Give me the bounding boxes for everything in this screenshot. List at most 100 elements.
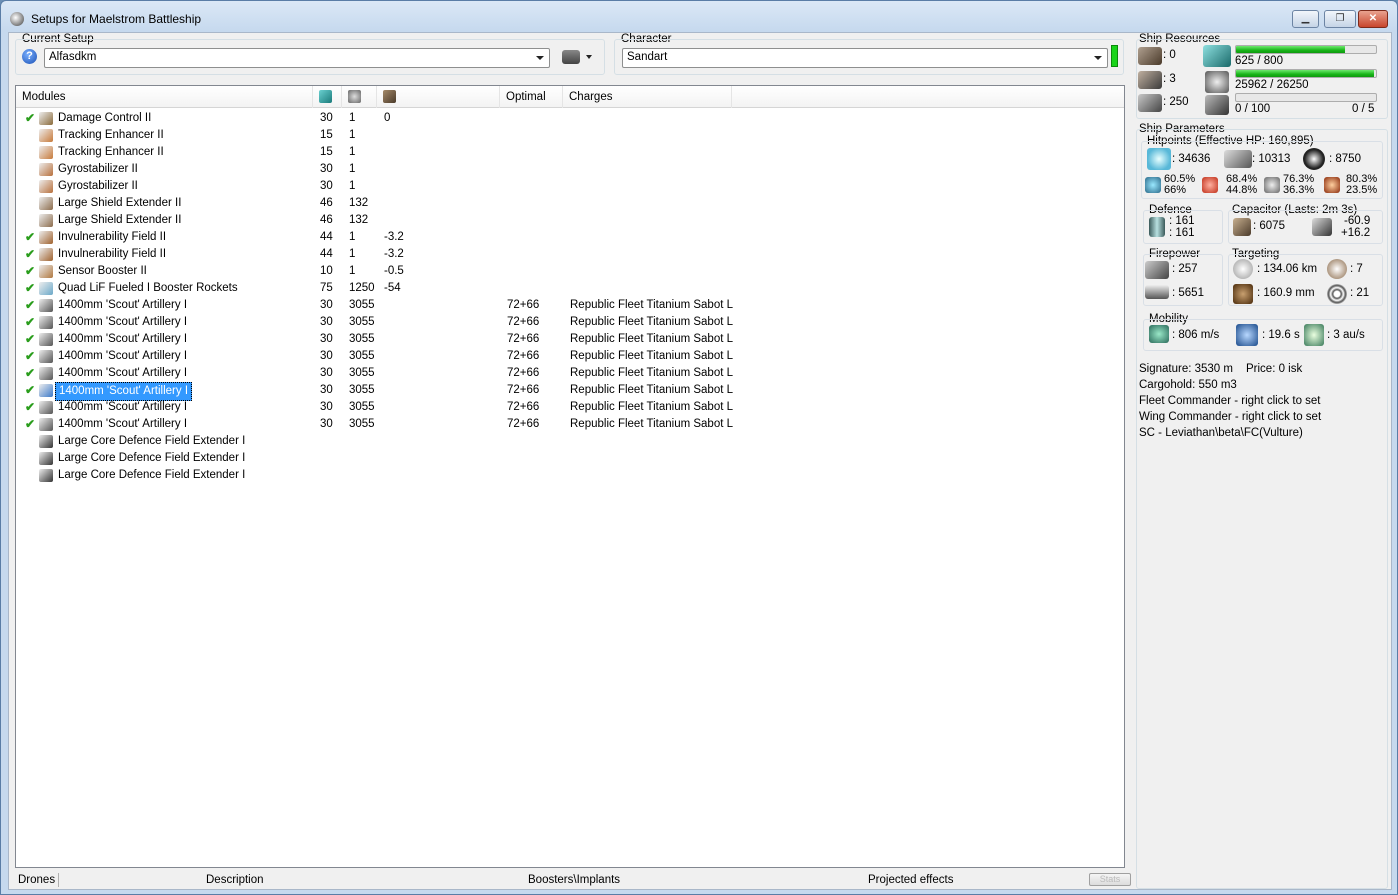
wing-commander-slot[interactable]: Wing Commander - right click to set <box>1139 411 1321 423</box>
table-row[interactable]: ✔ Quad LiF Fueled I Booster Rockets 75 1250… <box>16 280 1124 297</box>
thermal-resist-icon <box>1202 177 1218 193</box>
module-cpu: 46 <box>320 214 333 226</box>
close-button[interactable]: ✕ <box>1358 10 1388 28</box>
table-row[interactable]: Large Core Defence Field Extender I <box>16 450 1124 467</box>
title-bar: Setups for Maelstrom Battleship ▁ ❐ ✕ <box>1 1 1397 33</box>
fleet-commander-slot[interactable]: Fleet Commander - right click to set <box>1139 395 1321 407</box>
checkmark-icon: ✔ <box>25 417 36 431</box>
module-pg: 1 <box>349 163 356 175</box>
module-name: 1400mm 'Scout' Artillery I <box>58 367 188 379</box>
align-time-icon <box>1236 324 1258 346</box>
sensor-strength-icon <box>1327 284 1347 304</box>
checkmark-icon: ✔ <box>25 366 36 380</box>
cpu-value: 625 / 800 <box>1235 55 1283 67</box>
module-cpu: 44 <box>320 248 333 260</box>
shield-extender-icon <box>39 197 53 210</box>
help-icon[interactable]: ? <box>22 49 37 64</box>
setup-dropdown[interactable]: Alfasdkm <box>44 48 550 68</box>
max-targets-icon <box>1327 259 1347 279</box>
warp-speed-icon <box>1304 324 1324 346</box>
table-row[interactable]: ✔ Sensor Booster II 10 1 -0.5 <box>16 263 1124 280</box>
launcher-hardpoints-value: : 3 <box>1163 73 1176 85</box>
module-pg: 1 <box>349 248 356 260</box>
column-header-cpu[interactable] <box>313 86 342 108</box>
table-row[interactable]: ✔ 1400mm 'Scout' Artillery I 30 3055 72+66 Re… <box>16 416 1124 433</box>
column-header-capacitor[interactable] <box>377 86 500 108</box>
tab-description[interactable]: Description <box>206 874 264 886</box>
powergrid-icon <box>348 90 361 104</box>
capacitor-icon <box>383 90 396 104</box>
module-pg: 3055 <box>349 418 375 430</box>
table-row[interactable]: ✔ 1400mm 'Scout' Artillery I 30 3055 72+66 Re… <box>16 348 1124 365</box>
character-dropdown[interactable]: Sandart <box>622 48 1108 68</box>
tab-projected-effects[interactable]: Projected effects <box>868 874 953 886</box>
module-pg: 1 <box>349 265 356 277</box>
table-row[interactable]: Gyrostabilizer II 30 1 <box>16 178 1124 195</box>
tab-boosters-implants[interactable]: Boosters\Implants <box>528 874 620 886</box>
targeting-range-value: : 134.06 km <box>1257 263 1318 275</box>
module-charges: Republic Fleet Titanium Sabot L <box>570 418 734 430</box>
checkmark-icon: ✔ <box>25 281 36 295</box>
ship-menu-icon[interactable] <box>562 50 580 64</box>
cpu-icon <box>319 90 332 104</box>
table-row[interactable]: Tracking Enhancer II 15 1 <box>16 144 1124 161</box>
minimize-button[interactable]: ▁ <box>1292 10 1319 28</box>
column-header-modules[interactable]: Modules <box>16 86 313 108</box>
drones-value: 0 / 5 <box>1352 103 1375 115</box>
module-name: Large Core Defence Field Extender I <box>58 435 246 447</box>
checkmark-icon: ✔ <box>25 349 36 363</box>
calibration-icon <box>1205 95 1229 115</box>
module-pg: 3055 <box>349 367 375 379</box>
artillery-icon <box>39 350 53 363</box>
structure-icon <box>1303 148 1325 170</box>
table-row[interactable]: ✔ Invulnerability Field II 44 1 -3.2 <box>16 229 1124 246</box>
drone-bay-value: : 250 <box>1163 96 1189 108</box>
table-row[interactable]: ✔ 1400mm 'Scout' Artillery I 30 3055 72+66 Re… <box>16 297 1124 314</box>
capacitor-recharge-icon <box>1312 218 1332 236</box>
shield-extender-icon <box>39 214 53 227</box>
module-cpu: 15 <box>320 146 333 158</box>
table-row[interactable]: ✔ 1400mm 'Scout' Artillery I 30 3055 72+66 Re… <box>16 365 1124 382</box>
tab-separator <box>58 873 59 887</box>
table-row[interactable]: ✔ 1400mm 'Scout' Artillery I 30 3055 72+66 Re… <box>16 314 1124 331</box>
calibration-bar <box>1235 93 1377 102</box>
table-row[interactable]: Large Core Defence Field Extender I <box>16 433 1124 450</box>
module-cpu: 30 <box>320 112 333 124</box>
table-row[interactable]: Gyrostabilizer II 30 1 <box>16 161 1124 178</box>
maximize-button[interactable]: ❐ <box>1324 10 1356 28</box>
table-row[interactable]: Tracking Enhancer II 15 1 <box>16 127 1124 144</box>
table-row[interactable]: ✔ 1400mm 'Scout' Artillery I 30 3055 72+66 Re… <box>16 331 1124 348</box>
content-area: Current Setup ? Alfasdkm Character Sanda… <box>8 32 1392 890</box>
tab-drones[interactable]: Drones <box>18 874 55 886</box>
table-row[interactable]: ✔ Damage Control II 30 1 0 <box>16 110 1124 127</box>
module-name: Tracking Enhancer II <box>58 146 164 158</box>
column-header-charges[interactable]: Charges <box>563 86 732 108</box>
artillery-icon <box>39 299 53 312</box>
checkmark-icon: ✔ <box>25 315 36 329</box>
module-cap: -0.5 <box>384 265 404 277</box>
scan-resolution-value: : 160.9 mm <box>1257 287 1315 299</box>
calibration-value: 0 / 100 <box>1235 103 1271 115</box>
stats-button[interactable]: Stats <box>1089 873 1131 886</box>
ship-info-panel: Ship Resources : 0 : 3 : 250 625 / 800 2… <box>1136 33 1390 889</box>
kinetic-resist-icon <box>1264 177 1280 193</box>
table-row[interactable]: Large Core Defence Field Extender I <box>16 467 1124 484</box>
table-row[interactable]: ✔ 1400mm 'Scout' Artillery I 30 3055 72+66 Re… <box>16 382 1124 401</box>
module-name: 1400mm 'Scout' Artillery I <box>58 299 188 311</box>
shield-icon <box>1147 148 1171 170</box>
column-header-powergrid[interactable] <box>342 86 377 108</box>
table-row[interactable]: ✔ Invulnerability Field II 44 1 -3.2 <box>16 246 1124 263</box>
table-row[interactable]: Large Shield Extender II 46 132 <box>16 195 1124 212</box>
module-cpu: 30 <box>320 384 333 396</box>
module-cpu: 30 <box>320 418 333 430</box>
gyrostabilizer-icon <box>39 163 53 176</box>
bottom-tabs: Drones Description Boosters\Implants Pro… <box>15 871 1131 889</box>
table-row[interactable]: ✔ 1400mm 'Scout' Artillery I 30 3055 72+66 Re… <box>16 399 1124 416</box>
defence-value-1: : 161 <box>1169 215 1195 227</box>
modules-list[interactable]: Modules Optimal Charges ✔ Damage Control … <box>15 85 1125 868</box>
column-header-optimal[interactable]: Optimal <box>500 86 563 108</box>
module-pg: 3055 <box>349 401 375 413</box>
squad-commander-slot[interactable]: SC - Leviathan\beta\FC(Vulture) <box>1139 427 1303 439</box>
table-row[interactable]: Large Shield Extender II 46 132 <box>16 212 1124 229</box>
ship-menu-chevron-icon[interactable] <box>586 55 592 59</box>
